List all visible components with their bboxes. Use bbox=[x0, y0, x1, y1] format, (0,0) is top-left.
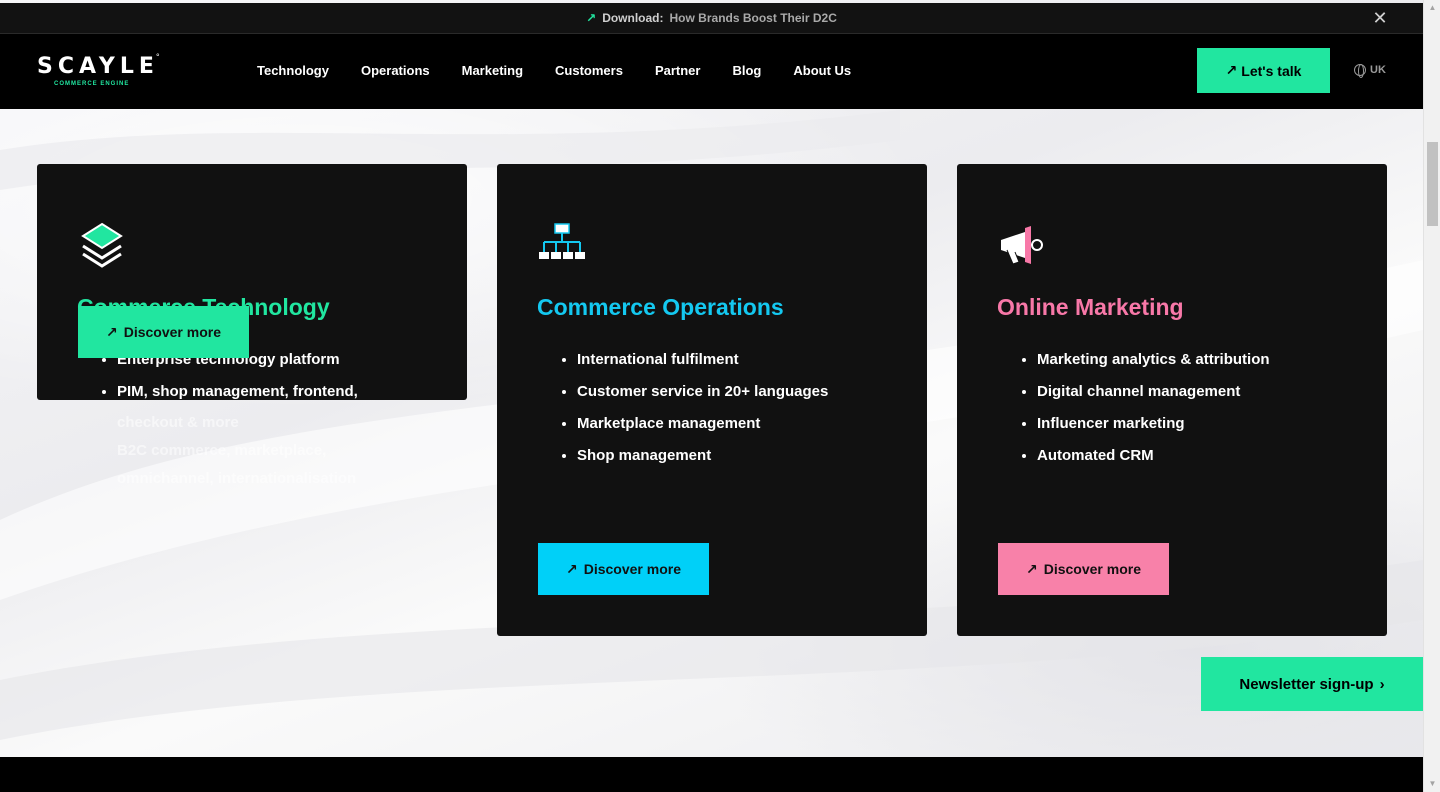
nav-item-customers[interactable]: Customers bbox=[555, 63, 623, 78]
discover-more-button-marketing[interactable]: ↗ Discover more bbox=[998, 543, 1169, 595]
footer-section bbox=[0, 757, 1423, 792]
list-item: Automated CRM bbox=[1037, 445, 1270, 466]
card-list: Marketing analytics & attribution Digita… bbox=[1037, 349, 1270, 477]
list-item: PIM, shop management, frontend, bbox=[117, 381, 358, 402]
logo-registered: ° bbox=[156, 52, 160, 62]
announcement-link[interactable]: How Brands Boost Their D2C bbox=[670, 11, 837, 25]
close-icon[interactable]: ✕ bbox=[1371, 9, 1389, 27]
card-overflow-text: checkout & more B2C commerce, marketplac… bbox=[117, 409, 356, 493]
list-item: Influencer marketing bbox=[1037, 413, 1270, 434]
list-item: Digital channel management bbox=[1037, 381, 1270, 402]
arrow-up-right-icon: ↗ bbox=[1025, 560, 1038, 577]
logo-subtitle: COMMERCE ENGINE bbox=[54, 81, 130, 87]
org-chart-icon bbox=[537, 220, 587, 270]
newsletter-label: Newsletter sign-up bbox=[1239, 675, 1374, 693]
main-nav: SCAYLE ° COMMERCE ENGINE Technology Oper… bbox=[0, 34, 1423, 109]
card-title: Online Marketing bbox=[997, 294, 1184, 320]
arrow-up-right-icon: ↗ bbox=[565, 560, 578, 577]
layers-icon bbox=[77, 220, 127, 270]
list-item: International fulfilment bbox=[577, 349, 828, 370]
nav-item-blog[interactable]: Blog bbox=[732, 63, 761, 78]
discover-more-label: Discover more bbox=[1043, 561, 1141, 577]
page-scrollbar[interactable]: ▲ ▼ bbox=[1423, 0, 1440, 792]
nav-item-technology[interactable]: Technology bbox=[257, 63, 329, 78]
logo-wordmark: SCAYLE bbox=[37, 54, 159, 79]
lets-talk-label: Let's talk bbox=[1241, 62, 1302, 79]
overflow-line: B2C commerce, marketplace, bbox=[117, 442, 327, 459]
card-list: International fulfilment Customer servic… bbox=[577, 349, 828, 477]
newsletter-signup-button[interactable]: Newsletter sign-up › bbox=[1201, 657, 1423, 711]
card-title: Commerce Operations bbox=[537, 294, 784, 320]
language-label: UK bbox=[1370, 64, 1386, 76]
list-item: Marketplace management bbox=[577, 413, 828, 434]
scroll-down-icon[interactable]: ▼ bbox=[1424, 777, 1440, 791]
nav-menu: Technology Operations Marketing Customer… bbox=[257, 63, 883, 78]
card-commerce-technology: Commerce Technology Enterprise technolog… bbox=[37, 164, 467, 487]
discover-more-label: Discover more bbox=[123, 324, 221, 340]
overflow-line: omnichannel, internationalisation bbox=[117, 470, 357, 487]
arrow-up-right-icon: ↗ bbox=[1225, 62, 1238, 78]
nav-item-marketing[interactable]: Marketing bbox=[462, 63, 523, 78]
lets-talk-button[interactable]: ↗ Let's talk bbox=[1197, 48, 1330, 93]
language-selector[interactable]: UK bbox=[1354, 64, 1386, 78]
announcement-bar: ↗ Download: How Brands Boost Their D2C ✕ bbox=[0, 3, 1423, 34]
discover-more-button-technology[interactable]: ↗ Discover more bbox=[78, 306, 249, 358]
discover-more-button-operations[interactable]: ↗ Discover more bbox=[538, 543, 709, 595]
scayle-logo[interactable]: SCAYLE ° COMMERCE ENGINE bbox=[37, 52, 167, 90]
list-item: Marketing analytics & attribution bbox=[1037, 349, 1270, 370]
nav-item-operations[interactable]: Operations bbox=[361, 63, 430, 78]
chevron-right-icon: › bbox=[1379, 675, 1385, 693]
megaphone-icon bbox=[997, 220, 1047, 270]
list-item: Shop management bbox=[577, 445, 828, 466]
nav-item-partner[interactable]: Partner bbox=[655, 63, 701, 78]
list-item: Customer service in 20+ languages bbox=[577, 381, 828, 402]
globe-icon bbox=[1354, 64, 1366, 78]
discover-more-label: Discover more bbox=[583, 561, 681, 577]
nav-item-about-us[interactable]: About Us bbox=[793, 63, 851, 78]
announcement-lead: Download: bbox=[602, 11, 664, 25]
scrollbar-thumb[interactable] bbox=[1427, 142, 1438, 226]
overflow-line: checkout & more bbox=[117, 414, 239, 431]
arrow-up-right-icon: ↗ bbox=[586, 11, 597, 25]
arrow-up-right-icon: ↗ bbox=[105, 323, 118, 340]
card-list: Enterprise technology platform PIM, shop… bbox=[117, 349, 358, 413]
scroll-up-icon[interactable]: ▲ bbox=[1424, 1, 1440, 15]
